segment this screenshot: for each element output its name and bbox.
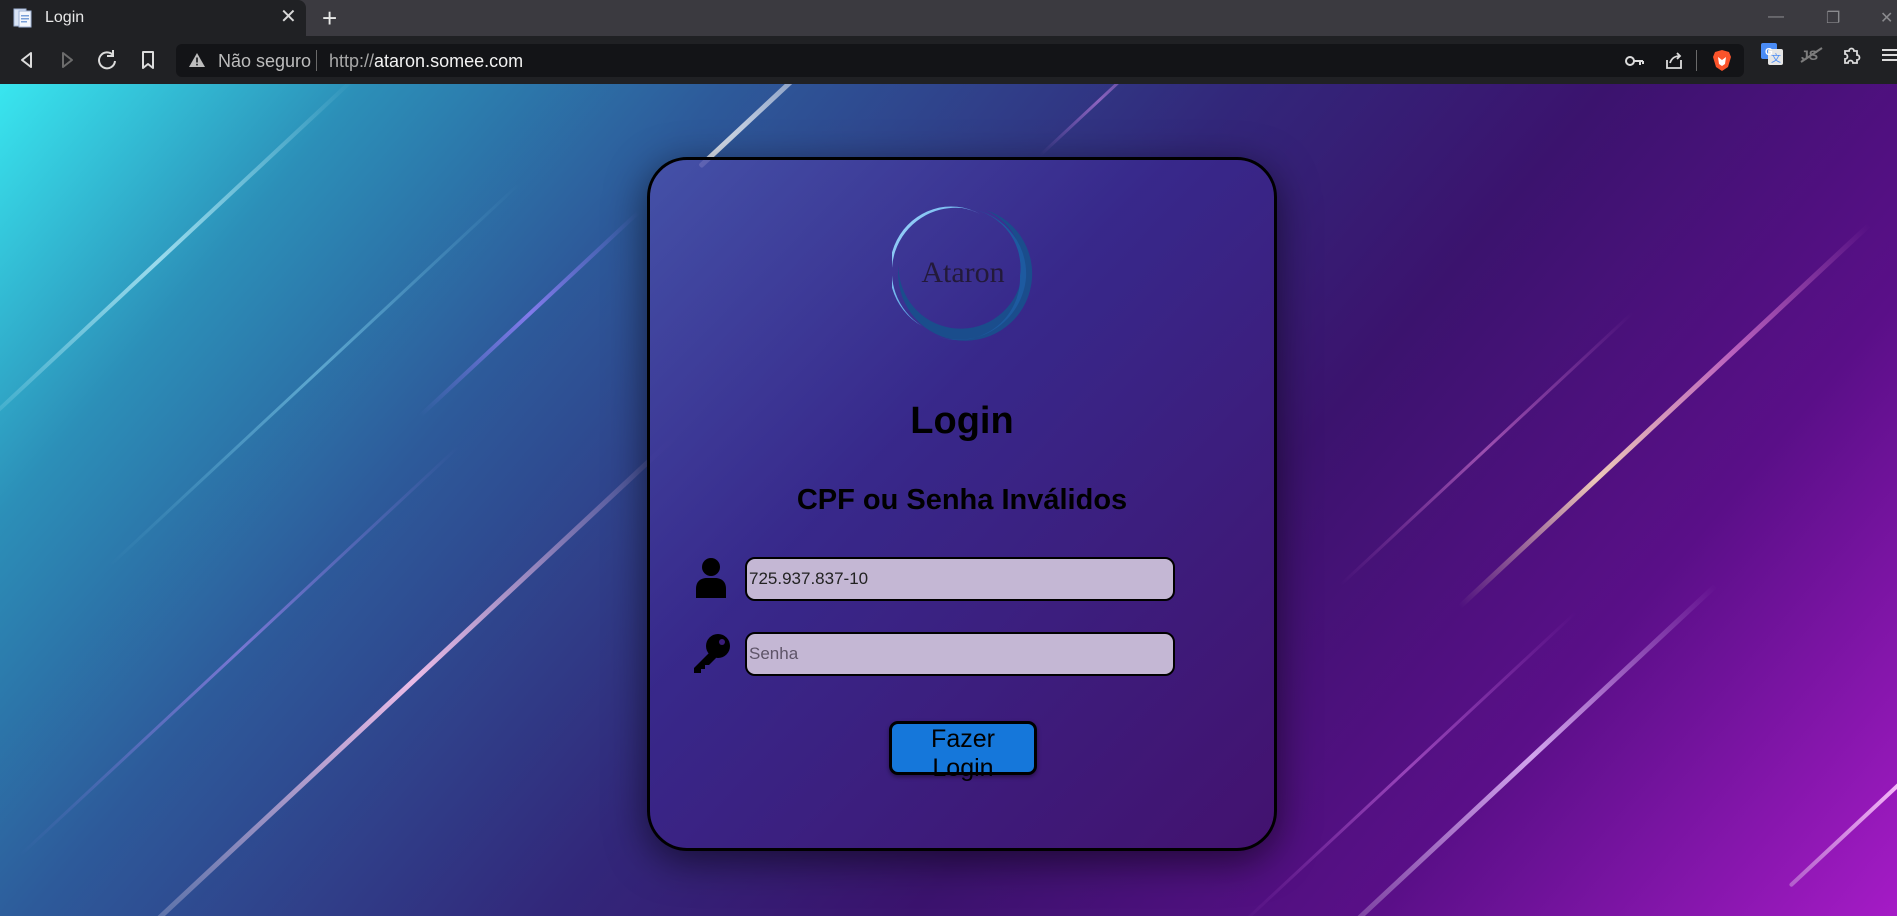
browser-tab[interactable]: Login ✕: [0, 0, 306, 36]
back-icon[interactable]: [13, 46, 41, 74]
menu-icon[interactable]: [1882, 46, 1897, 64]
divider: [316, 50, 317, 71]
window-close-icon[interactable]: ✕: [1880, 8, 1893, 28]
reload-icon[interactable]: [93, 46, 121, 74]
light-streak: [698, 84, 848, 169]
forward-icon[interactable]: [53, 46, 81, 74]
light-streak: [1038, 84, 1159, 157]
close-icon[interactable]: ✕: [280, 6, 297, 28]
login-card: Ataron Login CPF ou Senha Inválidos Faze…: [647, 157, 1277, 851]
password-key-icon: [694, 634, 730, 673]
minimize-icon[interactable]: —: [1768, 8, 1784, 26]
user-icon: [696, 558, 726, 598]
plus-icon[interactable]: +: [322, 4, 337, 32]
svg-text:文: 文: [1771, 52, 1781, 65]
divider: [1696, 50, 1697, 71]
light-streak: [1338, 311, 1634, 587]
browser-toolbar: Não seguro http://ataron.somee.com G 文 J…: [0, 36, 1897, 84]
logo-text: Ataron: [921, 256, 1004, 289]
bookmark-icon[interactable]: [134, 46, 162, 74]
file-icon: [13, 8, 32, 28]
extension-icon[interactable]: [1840, 44, 1862, 66]
light-streak: [0, 84, 357, 448]
url-scheme: http://: [329, 51, 375, 71]
tab-title: Login: [45, 9, 85, 26]
script-icon[interactable]: JS: [1800, 46, 1824, 64]
security-label[interactable]: Não seguro: [218, 51, 311, 72]
light-streak: [108, 182, 521, 567]
password-input[interactable]: [745, 632, 1175, 676]
light-streak: [148, 433, 679, 916]
login-page: Ataron Login CPF ou Senha Inválidos Faze…: [0, 84, 1897, 916]
url-text[interactable]: http://ataron.somee.com: [329, 51, 523, 72]
address-bar[interactable]: Não seguro http://ataron.somee.com: [176, 44, 1744, 77]
restore-icon[interactable]: ❐: [1826, 8, 1840, 28]
login-button[interactable]: Fazer Login: [889, 721, 1037, 782]
light-streak: [1348, 583, 1718, 916]
light-streak: [418, 209, 641, 418]
light-streak: [1788, 679, 1897, 888]
warning-icon: [189, 53, 205, 67]
share-icon[interactable]: [1663, 50, 1685, 72]
error-message: CPF ou Senha Inválidos: [796, 484, 1128, 516]
ataron-logo: Ataron: [892, 206, 1033, 341]
light-streak: [18, 445, 460, 857]
key-icon[interactable]: [1623, 50, 1645, 72]
url-host: ataron.somee.com: [374, 51, 524, 71]
tab-strip: Login ✕ + — ❐ ✕: [0, 0, 1897, 36]
translate-icon[interactable]: G 文: [1760, 42, 1784, 66]
cpf-input[interactable]: [745, 557, 1175, 601]
brave-shield-icon[interactable]: [1712, 49, 1732, 72]
page-title: Login: [910, 400, 1014, 442]
